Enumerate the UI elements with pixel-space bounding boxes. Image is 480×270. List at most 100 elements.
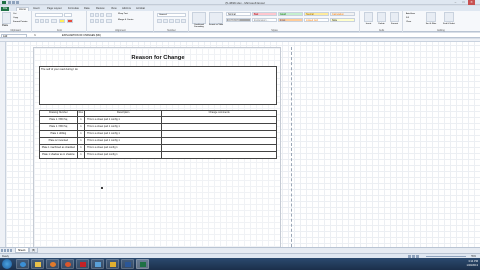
format-painter-button[interactable]: Format Painter <box>13 21 27 23</box>
wrap-text-button[interactable]: Wrap Text <box>118 13 128 15</box>
comments-cell[interactable] <box>161 116 277 124</box>
insert-cells-icon[interactable] <box>364 12 373 22</box>
font-color-icon[interactable] <box>67 19 73 23</box>
fill-button[interactable]: Fill <box>406 17 409 19</box>
cut-button[interactable]: Cut <box>13 13 16 15</box>
italic-icon[interactable] <box>40 19 44 23</box>
drawing-number-cell[interactable]: Plate w/ mounted <box>39 137 78 145</box>
rev-cell[interactable]: 1 <box>76 116 86 124</box>
comments-cell[interactable] <box>161 144 277 152</box>
conditional-formatting-button[interactable] <box>192 12 206 24</box>
media-icon[interactable] <box>46 259 59 269</box>
next-sheet-icon[interactable] <box>7 249 9 252</box>
clear-button[interactable]: Clear <box>406 21 411 23</box>
email-icon[interactable] <box>91 259 104 269</box>
start-button[interactable] <box>2 259 12 269</box>
system-tray-clock[interactable]: 3:14 PM 1/20/2013 <box>466 260 478 267</box>
decrease-decimal-icon[interactable] <box>181 19 186 23</box>
tab-review[interactable]: Review <box>96 7 105 11</box>
name-box[interactable]: A10 <box>1 33 27 38</box>
increase-decimal-icon[interactable] <box>175 19 180 23</box>
tab-formulas[interactable]: Formulas <box>68 7 79 11</box>
tab-data[interactable]: Data <box>84 7 89 11</box>
description-cell[interactable]: This is a sheet part 1 config 1 <box>84 130 163 138</box>
acrobat-icon[interactable] <box>76 259 89 269</box>
align-top-icon[interactable] <box>90 13 94 17</box>
align-right-icon[interactable] <box>100 19 104 23</box>
tab-file[interactable]: File <box>1 6 10 11</box>
word-icon[interactable] <box>121 259 134 269</box>
font-name-select[interactable] <box>35 13 63 17</box>
format-cells-icon[interactable] <box>390 12 399 22</box>
align-middle-icon[interactable] <box>95 13 99 17</box>
comments-cell[interactable] <box>161 151 277 159</box>
align-left-icon[interactable] <box>90 19 94 23</box>
format-as-table-button[interactable] <box>209 12 223 24</box>
number-format-select[interactable]: General <box>157 13 186 17</box>
first-sheet-icon[interactable] <box>1 249 3 252</box>
style-explanatory[interactable]: Explanatory... <box>252 18 277 22</box>
tab-home[interactable]: Home <box>16 6 29 11</box>
copy-button[interactable]: Copy <box>13 17 18 19</box>
autosum-button[interactable]: AutoSum <box>406 13 415 15</box>
style-input[interactable]: Input <box>278 18 303 22</box>
description-cell[interactable]: This is a sheet part 1 config 1 <box>84 116 163 124</box>
description-cell[interactable]: This is a sheet part config 1 <box>84 151 163 159</box>
drawing-number-cell[interactable]: Plate 1 machined as shackled <box>39 144 78 152</box>
tab-acrobat[interactable]: Acrobat <box>136 7 145 11</box>
excel-icon[interactable] <box>136 259 149 269</box>
comma-icon[interactable] <box>169 19 174 23</box>
explanation-box[interactable]: The self of your reed during I do <box>39 66 277 105</box>
excel-icon[interactable] <box>2 1 6 4</box>
paste-button[interactable] <box>2 12 11 24</box>
redo-icon[interactable] <box>16 1 19 4</box>
orientation-icon[interactable] <box>106 13 112 17</box>
ie-icon[interactable] <box>16 259 29 269</box>
borders-icon[interactable] <box>51 19 57 23</box>
indent-icon[interactable] <box>106 19 112 23</box>
firefox-icon[interactable] <box>61 259 74 269</box>
style-neutral[interactable]: Neutral <box>304 12 329 16</box>
description-cell[interactable]: This is a sheet part 1 config 1 <box>84 123 163 131</box>
sort-filter-icon[interactable] <box>426 12 436 22</box>
report-title[interactable]: Reason for Change <box>34 55 282 61</box>
style-check-cell[interactable]: Check Cell <box>226 18 251 22</box>
fill-color-icon[interactable] <box>59 19 65 23</box>
style-note[interactable]: Note <box>330 18 355 22</box>
outlook-icon[interactable] <box>106 259 119 269</box>
rev-cell[interactable]: 1 <box>76 151 86 159</box>
percent-icon[interactable] <box>163 19 168 23</box>
format-cells-button[interactable]: Format <box>389 23 400 25</box>
align-center-icon[interactable] <box>95 19 99 23</box>
drawing-number-cell[interactable]: Plate 1 / 650 Sq <box>39 116 78 124</box>
style-linked-cell[interactable]: Linked Cell <box>304 18 329 22</box>
delete-cells-icon[interactable] <box>377 12 386 22</box>
tab-view[interactable]: View <box>111 7 117 11</box>
comments-cell[interactable] <box>161 123 277 131</box>
align-bottom-icon[interactable] <box>100 13 104 17</box>
folder-icon[interactable] <box>31 259 44 269</box>
close-button[interactable]: ✕ <box>468 0 475 5</box>
style-calculation[interactable]: Calculation <box>330 12 355 16</box>
delete-cells-button[interactable]: Delete <box>376 23 387 25</box>
fx-icon[interactable]: fx <box>34 34 36 37</box>
description-cell[interactable]: This is a sheet part 1 config 1 <box>84 137 163 145</box>
drawing-number-cell[interactable]: Plate 1 drilling <box>39 130 78 138</box>
style-normal[interactable]: Normal <box>226 12 251 16</box>
find-select-icon[interactable] <box>444 12 454 22</box>
rev-cell[interactable]: 1 <box>76 123 86 131</box>
sort-filter-button[interactable]: Sort & Filter <box>423 23 439 25</box>
tab-page-layout[interactable]: Page Layout <box>47 7 62 11</box>
font-size-select[interactable] <box>64 13 72 17</box>
merge-center-button[interactable]: Merge & Center <box>118 19 133 21</box>
insert-cells-button[interactable]: Insert <box>363 23 374 25</box>
column-headers[interactable] <box>0 39 480 42</box>
rev-cell[interactable]: 1 <box>76 137 86 145</box>
style-bad[interactable]: Bad <box>252 12 277 16</box>
rev-cell[interactable]: 1 <box>76 144 86 152</box>
maximize-button[interactable]: □ <box>460 0 467 5</box>
formula-input[interactable]: EXPLANATION OF CHANGES (MC) <box>60 34 478 38</box>
minimize-button[interactable]: – <box>452 0 459 5</box>
underline-icon[interactable] <box>45 19 49 23</box>
description-cell[interactable]: This is a sheet part config 1 <box>84 144 163 152</box>
